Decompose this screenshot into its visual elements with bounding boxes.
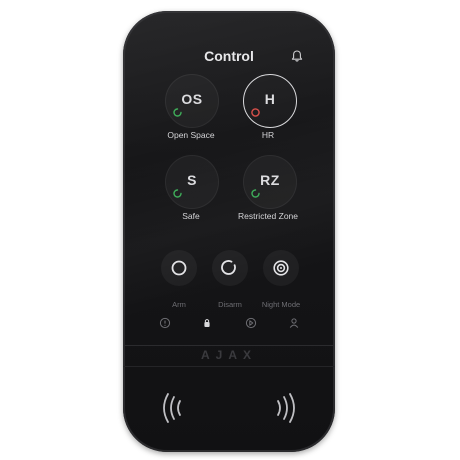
night-mode-label: Night Mode: [261, 300, 301, 309]
zone-status-indicator-icon: [251, 108, 260, 117]
zone-code: RZ: [260, 172, 280, 188]
nfc-right-icon: [277, 393, 295, 423]
zone-status-indicator-icon: [173, 189, 182, 198]
night-mode-icon: [273, 260, 289, 276]
keypad-device: Control OS Open Space H HR S Safe RZ Res…: [123, 11, 335, 452]
zone-button-hr[interactable]: H: [243, 74, 297, 128]
zone-status-indicator-icon: [251, 189, 260, 198]
zone-code: OS: [181, 91, 203, 107]
zone-label-restricted-zone: Restricted Zone: [238, 211, 298, 221]
night-mode-button[interactable]: [263, 250, 299, 286]
disarm-open-circle-icon: [221, 260, 236, 275]
zone-code: H: [264, 91, 276, 107]
zone-code: S: [187, 172, 197, 188]
zone-button-safe[interactable]: S: [165, 155, 219, 209]
disarm-button[interactable]: [212, 250, 248, 286]
screen-divider: [123, 345, 335, 346]
zone-button-restricted-zone[interactable]: RZ: [243, 155, 297, 209]
bell-icon[interactable]: [290, 49, 304, 63]
lock-icon[interactable]: [201, 317, 213, 329]
arm-button[interactable]: [161, 250, 197, 286]
zone-label-hr: HR: [261, 130, 275, 140]
body-divider: [123, 366, 335, 367]
nfc-left-icon: [163, 393, 181, 423]
scenario-icon[interactable]: [245, 317, 257, 329]
user-icon[interactable]: [288, 317, 300, 329]
zone-status-indicator-icon: [173, 108, 182, 117]
zone-button-open-space[interactable]: OS: [165, 74, 219, 128]
alarm-exclamation-icon[interactable]: [159, 317, 171, 329]
arm-circle-icon: [171, 260, 187, 276]
brand-logo: AJAX: [200, 348, 257, 362]
